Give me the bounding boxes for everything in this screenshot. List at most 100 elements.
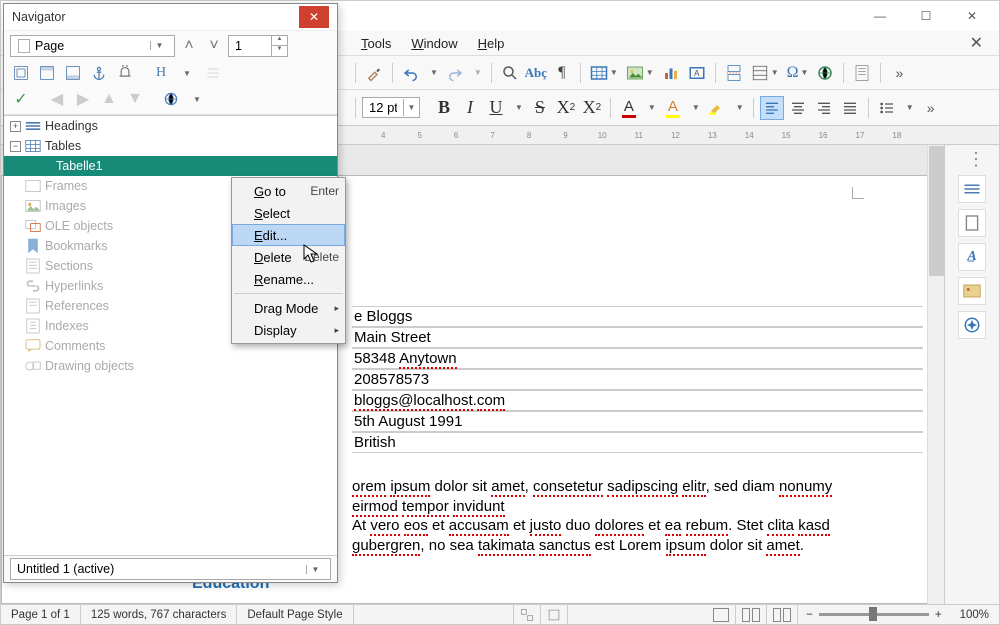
close-document-button[interactable]: ✕ <box>970 33 999 53</box>
formatting-marks-icon[interactable]: ¶ <box>550 61 574 85</box>
status-view-book[interactable] <box>767 605 798 624</box>
tree-headings[interactable]: + Headings <box>4 116 337 136</box>
footnote-icon[interactable] <box>850 61 874 85</box>
spellcheck-icon[interactable]: Abç <box>524 61 548 85</box>
font-size-input[interactable]: ▼ <box>362 97 420 118</box>
sidebar-styles-icon[interactable]: A̲ <box>958 243 986 271</box>
undo-dropdown[interactable]: ▼ <box>425 67 441 78</box>
content-view-icon[interactable] <box>10 62 32 84</box>
sidebar-properties-icon[interactable] <box>958 175 986 203</box>
textbox-insert-icon[interactable]: A <box>685 61 709 85</box>
table-row[interactable]: 5th August 1991 <box>352 411 923 432</box>
redo-icon[interactable] <box>443 61 467 85</box>
ctx-rename[interactable]: Rename... <box>232 268 345 290</box>
bold-button[interactable]: B <box>432 96 456 120</box>
close-window-button[interactable]: ✕ <box>949 1 995 31</box>
align-right-button[interactable] <box>812 96 836 120</box>
ctx-display[interactable]: Display <box>232 319 345 341</box>
reminder-icon[interactable] <box>114 62 136 84</box>
zoom-out-button[interactable]: − <box>806 609 813 621</box>
zoom-percent[interactable]: 100% <box>950 609 999 621</box>
status-page[interactable]: Page 1 of 1 <box>1 605 81 624</box>
status-wordcount[interactable]: 125 words, 767 characters <box>81 605 238 624</box>
sidebar-gallery-icon[interactable] <box>958 277 986 305</box>
document-select[interactable]: Untitled 1 (active) ▼ <box>10 558 331 580</box>
sidebar-settings-icon[interactable]: ⋮ <box>967 149 985 170</box>
navigator-toolbar-1: H ▼ <box>4 60 337 86</box>
align-left-button[interactable] <box>760 96 784 120</box>
align-justify-button[interactable] <box>838 96 862 120</box>
special-char-dropdown[interactable]: Ω▼ <box>784 63 812 83</box>
ctx-delete[interactable]: DeleteDelete <box>232 246 345 268</box>
sidebar-page-icon[interactable] <box>958 209 986 237</box>
footer-icon[interactable] <box>62 62 84 84</box>
drag-mode-icon[interactable] <box>160 88 182 110</box>
collapse-icon[interactable]: − <box>10 141 21 152</box>
undo-icon[interactable] <box>399 61 423 85</box>
status-selection-mode[interactable] <box>514 605 541 624</box>
strikethrough-button[interactable]: S <box>528 96 552 120</box>
table-row[interactable]: 208578573 <box>352 369 923 390</box>
paintbrush-icon[interactable] <box>362 61 386 85</box>
bullet-list-button[interactable] <box>875 96 899 120</box>
italic-button[interactable]: I <box>458 96 482 120</box>
ctx-select[interactable]: Select <box>232 202 345 224</box>
image-insert-icon[interactable]: ▼ <box>623 63 657 83</box>
move-down-icon: ▼ <box>124 88 146 110</box>
redo-dropdown[interactable]: ▼ <box>469 67 485 78</box>
page-number-input[interactable]: 1 ▲▼ <box>228 35 288 57</box>
tree-drawing[interactable]: Drawing objects <box>4 356 337 376</box>
char-highlight-button[interactable] <box>705 96 729 120</box>
status-view-single[interactable] <box>707 605 736 624</box>
vertical-scrollbar[interactable] <box>927 145 944 604</box>
table-row[interactable]: e Bloggs <box>352 306 923 327</box>
tree-tables[interactable]: − Tables <box>4 136 337 156</box>
tree-table-item[interactable]: Tabelle1 <box>4 156 337 176</box>
minimize-button[interactable]: — <box>857 1 903 31</box>
hyperlink-icon[interactable] <box>813 61 837 85</box>
anchor-icon[interactable] <box>88 62 110 84</box>
navigator-close-button[interactable]: ✕ <box>299 6 329 28</box>
ctx-goto[interactable]: Go toEnter <box>232 180 345 202</box>
zoom-in-button[interactable]: + <box>935 609 942 621</box>
field-insert-dropdown[interactable]: ▼ <box>748 63 782 83</box>
status-pagestyle[interactable]: Default Page Style <box>237 605 353 624</box>
expand-icon[interactable]: + <box>10 121 21 132</box>
highlight-button[interactable]: A <box>661 96 685 120</box>
table-insert-dropdown[interactable]: ▼ <box>587 63 621 83</box>
status-view-multi[interactable] <box>736 605 767 624</box>
chart-insert-icon[interactable] <box>659 61 683 85</box>
toggle-master-icon[interactable]: ✓ <box>10 88 32 110</box>
pagebreak-icon[interactable] <box>722 61 746 85</box>
navigate-by-select[interactable]: Page ▼ <box>10 35 175 57</box>
status-signature[interactable] <box>541 605 568 624</box>
menu-window[interactable]: Window <box>401 34 467 53</box>
table-row[interactable]: Main Street <box>352 327 923 348</box>
superscript-button[interactable]: X2 <box>554 96 578 120</box>
navigator-titlebar[interactable]: Navigator ✕ <box>4 4 337 30</box>
scrollbar-thumb[interactable] <box>929 146 944 276</box>
nav-prev-icon[interactable]: ˄ <box>178 35 200 57</box>
ctx-edit[interactable]: Edit... <box>232 224 345 246</box>
nav-next-icon[interactable]: ˅ <box>203 35 225 57</box>
find-icon[interactable] <box>498 61 522 85</box>
heading-levels-icon[interactable]: H <box>150 62 172 84</box>
subscript-button[interactable]: X2 <box>580 96 604 120</box>
align-center-button[interactable] <box>786 96 810 120</box>
ctx-dragmode[interactable]: Drag Mode <box>232 297 345 319</box>
body-text[interactable]: orem ipsum dolor sit amet, consetetur sa… <box>352 477 842 555</box>
menu-help[interactable]: Help <box>468 34 515 53</box>
format-toolbar-more-icon[interactable]: » <box>919 96 943 120</box>
table-row[interactable]: 58348 Anytown <box>352 348 923 369</box>
menu-tools[interactable]: Tools <box>351 34 401 53</box>
maximize-button[interactable]: ☐ <box>903 1 949 31</box>
toolbar-more-icon[interactable]: » <box>887 61 911 85</box>
zoom-slider[interactable]: − + <box>798 609 949 621</box>
header-icon[interactable] <box>36 62 58 84</box>
font-size-field[interactable] <box>363 98 403 117</box>
sidebar-navigator-icon[interactable] <box>958 311 986 339</box>
table-row[interactable]: British <box>352 432 923 453</box>
underline-button[interactable]: U <box>484 96 508 120</box>
font-color-button[interactable]: A <box>617 96 641 120</box>
table-row[interactable]: bloggs@localhost.com <box>352 390 923 411</box>
